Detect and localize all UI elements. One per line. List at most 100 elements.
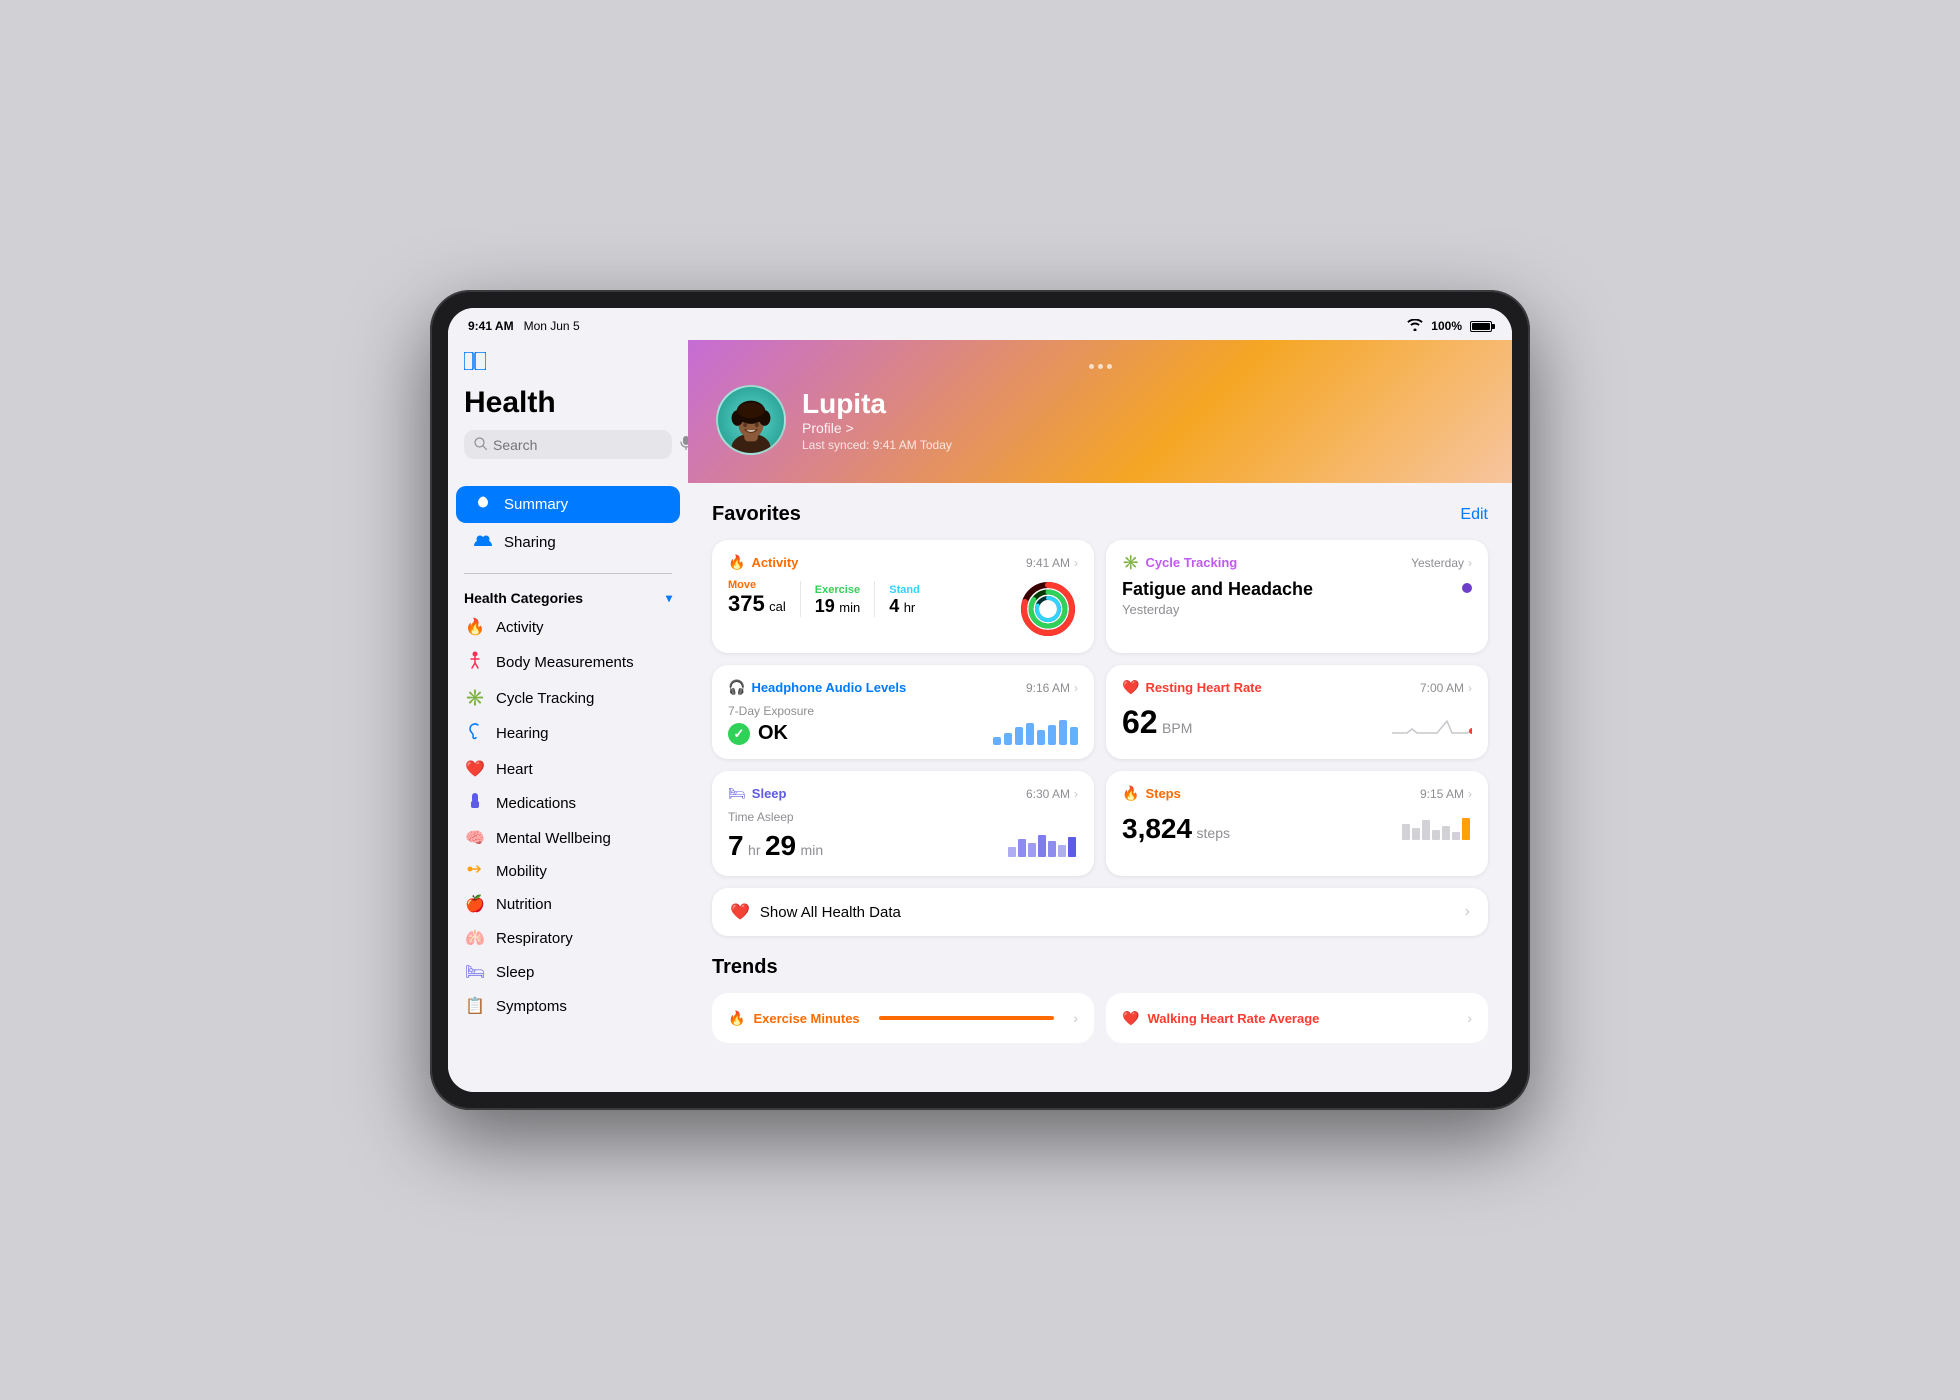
activity-icon: 🔥 (464, 617, 486, 637)
categories-title: Health Categories (464, 590, 583, 606)
cat-mobility[interactable]: Mobility (448, 855, 688, 887)
cycle-card-icon: ✳️ (1122, 554, 1139, 571)
headphone-card-header: 🎧 Headphone Audio Levels 9:16 AM › (728, 679, 1078, 696)
cycle-card[interactable]: ✳️ Cycle Tracking Yesterday › (1106, 540, 1488, 653)
search-icon (474, 437, 487, 453)
exercise-trend-chevron: › (1073, 1010, 1078, 1026)
profile-link[interactable]: Profile > (802, 420, 1484, 436)
body-icon (464, 651, 486, 674)
heart-cat-icon: ❤️ (464, 759, 486, 779)
trends-grid: 🔥 Exercise Minutes › ❤️ Walking Heart Ra… (712, 993, 1488, 1043)
steps-card-time: 9:15 AM › (1420, 787, 1472, 801)
symptoms-label: Symptoms (496, 998, 567, 1015)
move-label: Move (728, 579, 786, 591)
activity-card-time: 9:41 AM › (1026, 556, 1078, 570)
cycle-symptom: Fatigue and Headache (1122, 579, 1313, 600)
heart-rate-value: 62 (1122, 704, 1158, 740)
show-all-button[interactable]: ❤️ Show All Health Data › (712, 888, 1488, 936)
battery-icon (1470, 321, 1492, 332)
headphone-time: 9:16 AM › (1026, 681, 1078, 695)
mic-icon[interactable] (680, 436, 688, 453)
favorites-grid: 🔥 Activity 9:41 AM › (712, 540, 1488, 876)
exercise-trend-label: Exercise Minutes (753, 1011, 859, 1026)
sidebar-item-sharing[interactable]: Sharing (456, 525, 680, 560)
main-content: Lupita Profile > Last synced: 9:41 AM To… (688, 340, 1512, 1092)
heart-chevron: › (1468, 681, 1472, 695)
headphone-body: 7-Day Exposure ✓ OK (728, 704, 1078, 745)
activity-ring (1018, 579, 1078, 639)
sharing-icon (472, 533, 494, 552)
profile-info: Lupita Profile > Last synced: 9:41 AM To… (802, 388, 1484, 452)
sleep-label: Sleep (496, 964, 534, 981)
exercise-label: Exercise (815, 584, 860, 596)
trends-header: Trends (712, 956, 1488, 979)
steps-card-header: 🔥 Steps 9:15 AM › (1122, 785, 1472, 802)
categories-chevron[interactable]: ▾ (666, 591, 672, 605)
headphone-card[interactable]: 🎧 Headphone Audio Levels 9:16 AM › (712, 665, 1094, 759)
time-display: 9:41 AM (468, 319, 514, 333)
cat-mental[interactable]: 🧠 Mental Wellbeing (448, 821, 688, 855)
wifi-icon (1407, 319, 1423, 334)
search-input[interactable] (493, 437, 674, 453)
nutrition-label: Nutrition (496, 896, 552, 913)
medications-icon (464, 793, 486, 814)
cat-heart[interactable]: ❤️ Heart (448, 752, 688, 786)
exercise-value: 19 (815, 596, 835, 616)
search-bar[interactable] (464, 430, 672, 459)
cat-nutrition[interactable]: 🍎 Nutrition (448, 887, 688, 921)
cat-sleep[interactable]: 🛏 Sleep (448, 955, 688, 989)
sidebar-item-summary[interactable]: Summary (456, 486, 680, 523)
headphone-chevron: › (1074, 681, 1078, 695)
hearing-label: Hearing (496, 725, 549, 742)
audio-ok-label: OK (758, 722, 788, 745)
favorites-title: Favorites (712, 503, 801, 526)
steps-card[interactable]: 🔥 Steps 9:15 AM › 3,824 (1106, 771, 1488, 876)
steps-card-icon: 🔥 (1122, 785, 1139, 802)
sleep-card-title: Sleep (752, 786, 787, 801)
walking-hr-icon: ❤️ (1122, 1010, 1139, 1027)
stand-label: Stand (889, 584, 920, 596)
show-all-text: Show All Health Data (760, 904, 1455, 921)
exercise-trend-icon: 🔥 (728, 1010, 745, 1027)
nutrition-icon: 🍎 (464, 894, 486, 914)
cat-hearing[interactable]: Hearing (448, 715, 688, 752)
favorites-section-header: Favorites Edit (712, 503, 1488, 526)
sharing-label: Sharing (504, 534, 556, 551)
show-all-chevron: › (1465, 903, 1470, 921)
sidebar-toggle-icon[interactable] (464, 352, 672, 376)
activity-card[interactable]: 🔥 Activity 9:41 AM › (712, 540, 1094, 653)
trend-exercise[interactable]: 🔥 Exercise Minutes › (712, 993, 1094, 1043)
headphone-title: Headphone Audio Levels (751, 680, 906, 695)
activity-card-icon: 🔥 (728, 554, 745, 571)
heart-rate-card[interactable]: ❤️ Resting Heart Rate 7:00 AM › (1106, 665, 1488, 759)
steps-unit: steps (1197, 825, 1230, 841)
main-layout: Health (448, 340, 1512, 1092)
sleep-card[interactable]: 🛏 Sleep 6:30 AM › Time Asleep (712, 771, 1094, 876)
avatar[interactable] (716, 385, 786, 455)
cat-body[interactable]: Body Measurements (448, 644, 688, 681)
cat-activity[interactable]: 🔥 Activity (448, 610, 688, 644)
steps-body: 3,824 steps (1122, 810, 1472, 845)
activity-card-title: Activity (751, 555, 798, 570)
cat-respiratory[interactable]: 🫁 Respiratory (448, 921, 688, 955)
show-all-icon: ❤️ (730, 902, 750, 922)
heart-card-time: 7:00 AM › (1420, 681, 1472, 695)
audio-bars (993, 715, 1078, 745)
cat-cycle[interactable]: ✳️ Cycle Tracking (448, 681, 688, 715)
trend-walking-hr[interactable]: ❤️ Walking Heart Rate Average › (1106, 993, 1488, 1043)
mental-label: Mental Wellbeing (496, 830, 611, 847)
cat-symptoms[interactable]: 📋 Symptoms (448, 989, 688, 1023)
heart-card-header: ❤️ Resting Heart Rate 7:00 AM › (1122, 679, 1472, 696)
cycle-label: Cycle Tracking (496, 690, 594, 707)
edit-button[interactable]: Edit (1460, 506, 1488, 524)
cycle-subtitle: Yesterday (1122, 602, 1313, 617)
mobility-label: Mobility (496, 863, 547, 880)
sleep-min-label: min (801, 842, 824, 858)
audio-status: ✓ OK (728, 722, 814, 745)
walking-hr-chevron: › (1467, 1010, 1472, 1026)
cat-medications[interactable]: Medications (448, 786, 688, 821)
mental-icon: 🧠 (464, 828, 486, 848)
move-unit: cal (769, 599, 786, 614)
sleep-icon: 🛏 (464, 962, 486, 982)
sleep-card-header: 🛏 Sleep 6:30 AM › (728, 785, 1078, 802)
